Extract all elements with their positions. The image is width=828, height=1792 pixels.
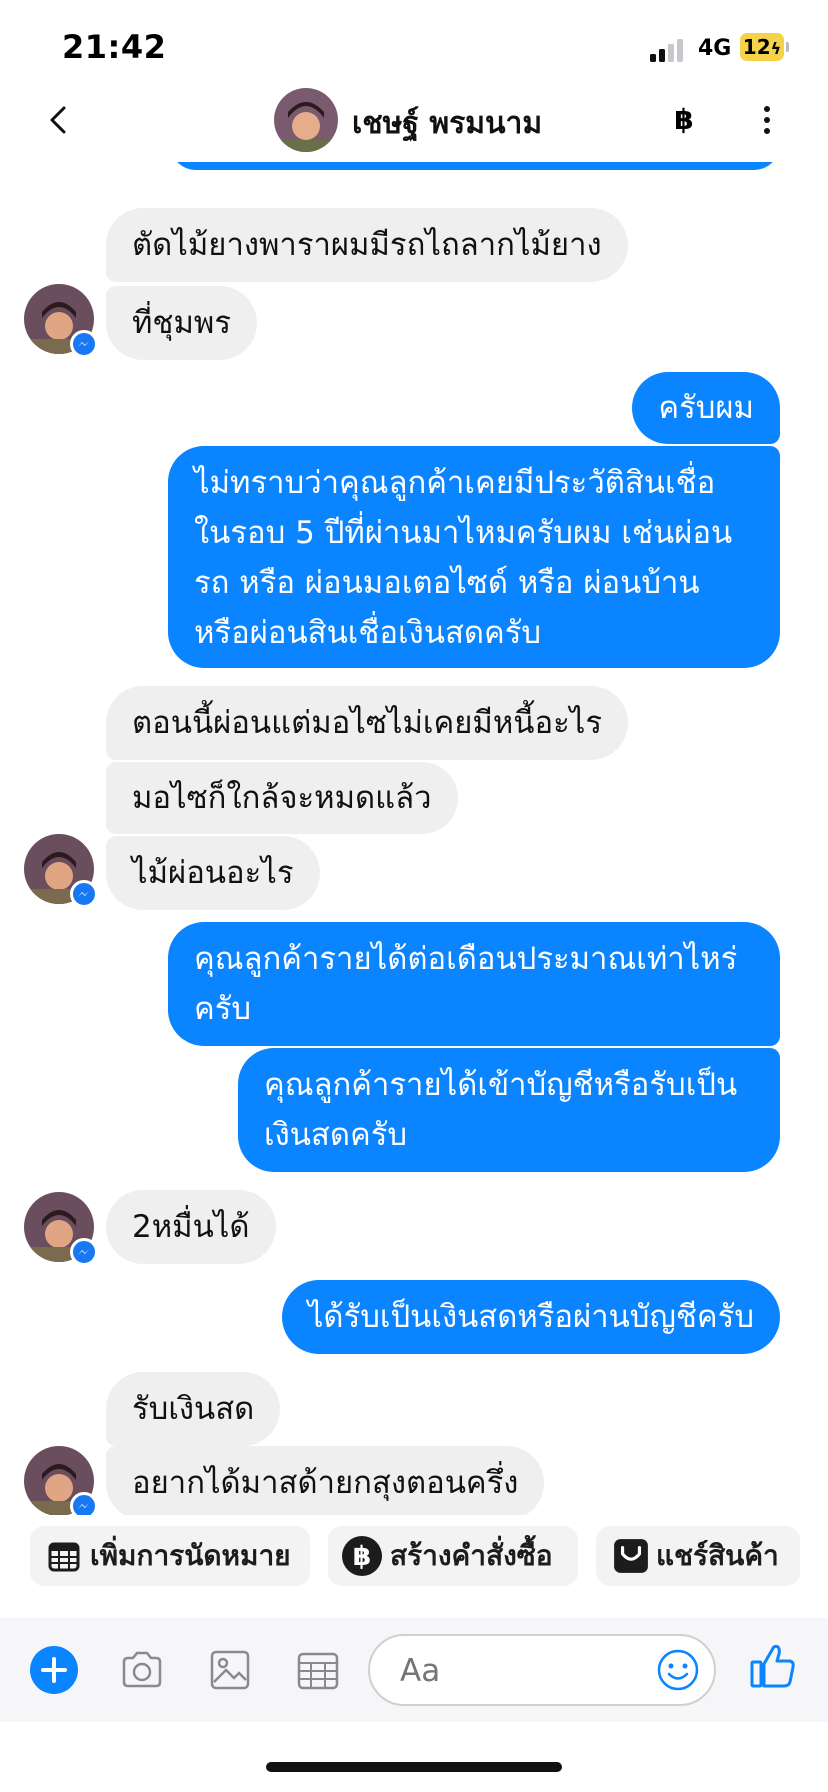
- messenger-icon: [70, 880, 98, 908]
- message-bubble: 2หมื่นได้: [106, 1190, 276, 1264]
- header-avatar[interactable]: [274, 88, 338, 152]
- message-bubble: ไม้ผ่อนอะไร: [106, 836, 320, 910]
- message-bubble: อยากได้มาสด้ายกสุงตอนครึ่ง: [106, 1446, 545, 1515]
- message-bubble: คุณลูกค้ารายได้เข้าบัญชีหรือรับเป็น เงิน…: [238, 1048, 780, 1172]
- messenger-icon: [70, 330, 98, 358]
- message-input-field[interactable]: [368, 1634, 716, 1706]
- message-bubble: ตัดไม้ยางพาราผมมีรถไถลากไม้ยาง: [106, 208, 628, 282]
- message-line: เงินสดครับ: [264, 1117, 408, 1153]
- like-button[interactable]: [748, 1640, 800, 1692]
- charging-bolt-icon: ϟ: [770, 39, 782, 58]
- message-line: ในรอบ 5 ปีที่ผ่านมาไหมครับผม เช่นผ่อน: [194, 515, 733, 551]
- message-text: ตัดไม้ยางพาราผมมีรถไถลากไม้ยาง: [132, 227, 602, 263]
- message-bubble: รับเงินสด: [106, 1372, 281, 1446]
- contact-avatar[interactable]: [24, 284, 98, 358]
- add-button[interactable]: [30, 1646, 78, 1694]
- payment-button[interactable]: ฿: [666, 100, 702, 140]
- message-line: คุณลูกค้ารายได้ต่อเดือนประมาณเท่าไหร่: [194, 941, 738, 977]
- message-text: มอไซก็ใกล้จะหมดแล้ว: [132, 780, 432, 816]
- network-type: 4G: [698, 36, 732, 61]
- baht-icon: ฿: [342, 1536, 382, 1576]
- message-text: 2หมื่นได้: [132, 1209, 250, 1245]
- message-bubble: มอไซก็ใกล้จะหมดแล้ว: [106, 762, 458, 834]
- message-line: หรือผ่อนสินเชื่อเงินสดครับ: [194, 615, 542, 651]
- chip-label: แชร์สินค้า: [656, 1539, 779, 1572]
- add-appointment-button[interactable]: เพิ่มการนัดหมาย: [30, 1526, 310, 1586]
- more-dot: [764, 106, 770, 112]
- message-text: ได้รับเป็นเงินสดหรือผ่านบัญชีครับ: [307, 1299, 754, 1335]
- calendar-icon: [48, 1542, 80, 1572]
- share-product-button[interactable]: แชร์สินค้า: [596, 1526, 800, 1586]
- message-bubble: ไม่ทราบว่าคุณลูกค้าเคยมีประวัติสินเชื่อ …: [168, 446, 780, 668]
- message-line: รถ หรือ ผ่อนมอเตอไซด์ หรือ ผ่อนบ้าน: [194, 565, 700, 601]
- thumbs-up-icon: [750, 1644, 795, 1688]
- chip-label: เพิ่มการนัดหมาย: [90, 1539, 291, 1572]
- battery-icon: 12ϟ: [740, 33, 784, 61]
- contact-avatar[interactable]: [24, 1192, 98, 1266]
- message-bubble: คุณลูกค้ารายได้ต่อเดือนประมาณเท่าไหร่ คร…: [168, 922, 780, 1046]
- home-indicator[interactable]: [266, 1762, 562, 1772]
- create-order-button[interactable]: ฿ สร้างคำสั่งซื้อ: [328, 1526, 578, 1586]
- svg-text:฿: ฿: [353, 1541, 372, 1572]
- message-line: ไม่ทราบว่าคุณลูกค้าเคยมีประวัติสินเชื่อ: [194, 465, 716, 501]
- calendar-icon: [297, 1652, 339, 1690]
- message-text: รับเงินสด: [132, 1391, 255, 1427]
- messenger-icon: [70, 1492, 98, 1515]
- message-bubble: ตอนนี้ผ่อนแต่มอไซไม่เคยมีหนี้อะไร: [106, 686, 628, 760]
- chevron-left-icon: [50, 106, 66, 134]
- message-list[interactable]: ตัดไม้ยางพาราผมมีรถไถลากไม้ยาง ที่ชุมพร …: [0, 150, 828, 1515]
- message-text: ที่ชุมพร: [132, 305, 231, 341]
- image-icon: [210, 1650, 250, 1690]
- message-line: คุณลูกค้ารายได้เข้าบัญชีหรือรับเป็น: [264, 1067, 738, 1103]
- message-bubble: ครับผม: [632, 372, 780, 444]
- plus-icon: [30, 1646, 78, 1694]
- camera-icon: [122, 1651, 162, 1688]
- back-button[interactable]: [40, 100, 80, 140]
- message-bubble: ได้รับเป็นเงินสดหรือผ่านบัญชีครับ: [281, 1280, 780, 1354]
- message-text: ตอนนี้ผ่อนแต่มอไซไม่เคยมีหนี้อะไร: [132, 705, 602, 741]
- emoji-icon[interactable]: [656, 1648, 700, 1692]
- message-input[interactable]: [398, 1646, 622, 1696]
- composer-bar: [0, 1618, 828, 1722]
- message-text: อยากได้มาสด้ายกสุงตอนครึ่ง: [132, 1465, 519, 1501]
- message-text: ครับผม: [658, 390, 754, 426]
- quick-actions-bar: เพิ่มการนัดหมาย ฿ สร้างคำสั่งซื้อ แชร์สิ…: [0, 1520, 828, 1590]
- message-bubble: ที่ชุมพร: [106, 286, 257, 360]
- contact-name[interactable]: เชษฐ์ พรมนาม: [352, 100, 542, 147]
- battery-tip: [786, 42, 789, 52]
- chat-header: เชษฐ์ พรมนาม ฿: [0, 78, 828, 162]
- chip-label: สร้างคำสั่งซื้อ: [390, 1539, 553, 1572]
- calendar-button[interactable]: [294, 1646, 342, 1694]
- battery-level: 12: [742, 35, 771, 59]
- more-options-button[interactable]: [752, 100, 782, 140]
- status-time: 21:42: [62, 28, 167, 66]
- signal-strength-icon: [650, 38, 690, 62]
- message-text: ไม้ผ่อนอะไร: [132, 855, 294, 891]
- more-dot: [764, 117, 770, 123]
- camera-button[interactable]: [118, 1646, 166, 1694]
- gallery-button[interactable]: [206, 1646, 254, 1694]
- contact-avatar[interactable]: [24, 834, 98, 908]
- more-dot: [764, 128, 770, 134]
- shopping-bag-icon: [614, 1539, 648, 1573]
- messenger-icon: [70, 1238, 98, 1266]
- message-line: ครับ: [194, 991, 252, 1027]
- contact-avatar[interactable]: [24, 1446, 98, 1515]
- baht-icon: ฿: [674, 103, 694, 136]
